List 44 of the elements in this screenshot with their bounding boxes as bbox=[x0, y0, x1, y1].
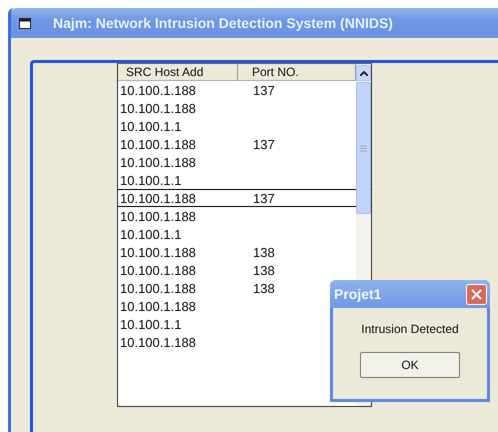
host-cell-text: 10.100.1.1 bbox=[119, 172, 182, 188]
column-header[interactable]: Port NO. bbox=[238, 64, 356, 81]
app-icon bbox=[19, 18, 31, 28]
port-cell-text: 137 bbox=[253, 190, 276, 206]
host-cell-text: 10.100.1.188 bbox=[119, 334, 197, 350]
host-cell-text: 10.100.1.188 bbox=[119, 190, 197, 206]
list-row[interactable]: 10.100.1.188 bbox=[118, 99, 356, 117]
list-row[interactable]: 10.100.1.188 137 bbox=[118, 81, 356, 99]
dialog-title: Projet1 bbox=[334, 286, 382, 302]
caret-up-icon bbox=[360, 70, 368, 76]
host-cell-text: 10.100.1.188 bbox=[119, 82, 197, 98]
column-header[interactable]: SRC Host Add bbox=[118, 64, 238, 81]
host-cell-text: 10.100.1.188 bbox=[119, 244, 197, 260]
grip-icon bbox=[360, 144, 367, 152]
port-cell-text: 137 bbox=[253, 136, 276, 152]
list-row[interactable]: 10.100.1.188 bbox=[118, 207, 356, 225]
list-row[interactable]: 10.100.1.1 bbox=[118, 117, 356, 135]
host-cell-text: 10.100.1.1 bbox=[119, 118, 182, 134]
host-cell-text: 10.100.1.188 bbox=[119, 280, 197, 296]
list-row[interactable]: 10.100.1.1 bbox=[118, 225, 356, 243]
host-cell-text: 10.100.1.188 bbox=[119, 136, 197, 152]
host-cell-text: 10.100.1.188 bbox=[119, 208, 197, 224]
host-cell-text: 10.100.1.188 bbox=[119, 298, 197, 314]
port-cell-text: 138 bbox=[253, 262, 276, 278]
scroll-up-button[interactable] bbox=[356, 65, 371, 81]
list-row[interactable]: 10.100.1.188 137 bbox=[118, 135, 356, 153]
host-cell-text: 10.100.1.188 bbox=[119, 154, 197, 170]
close-button[interactable] bbox=[466, 284, 487, 304]
port-cell-text: 138 bbox=[253, 244, 276, 260]
window-title: Najm: Network Intrusion Detection System (NNIDS) bbox=[53, 15, 393, 31]
list-row[interactable]: 10.100.1.188 bbox=[118, 153, 356, 171]
scroll-thumb[interactable] bbox=[356, 82, 371, 214]
dialog-message: Intrusion Detected bbox=[361, 322, 459, 336]
host-cell-text: 10.100.1.1 bbox=[119, 226, 182, 242]
port-cell-text: 138 bbox=[253, 280, 276, 296]
host-cell-text: 10.100.1.188 bbox=[119, 100, 197, 116]
host-cell-text: 10.100.1.1 bbox=[119, 316, 182, 332]
close-icon bbox=[471, 288, 482, 300]
list-row[interactable]: 10.100.1.1 bbox=[118, 171, 356, 189]
port-cell-text: 137 bbox=[253, 82, 276, 98]
list-row[interactable]: 10.100.1.188 138 bbox=[118, 243, 356, 261]
host-cell-text: 10.100.1.188 bbox=[119, 262, 197, 278]
ok-button[interactable]: OK bbox=[360, 352, 460, 378]
list-row[interactable]: 10.100.1.188 138 bbox=[118, 261, 356, 279]
